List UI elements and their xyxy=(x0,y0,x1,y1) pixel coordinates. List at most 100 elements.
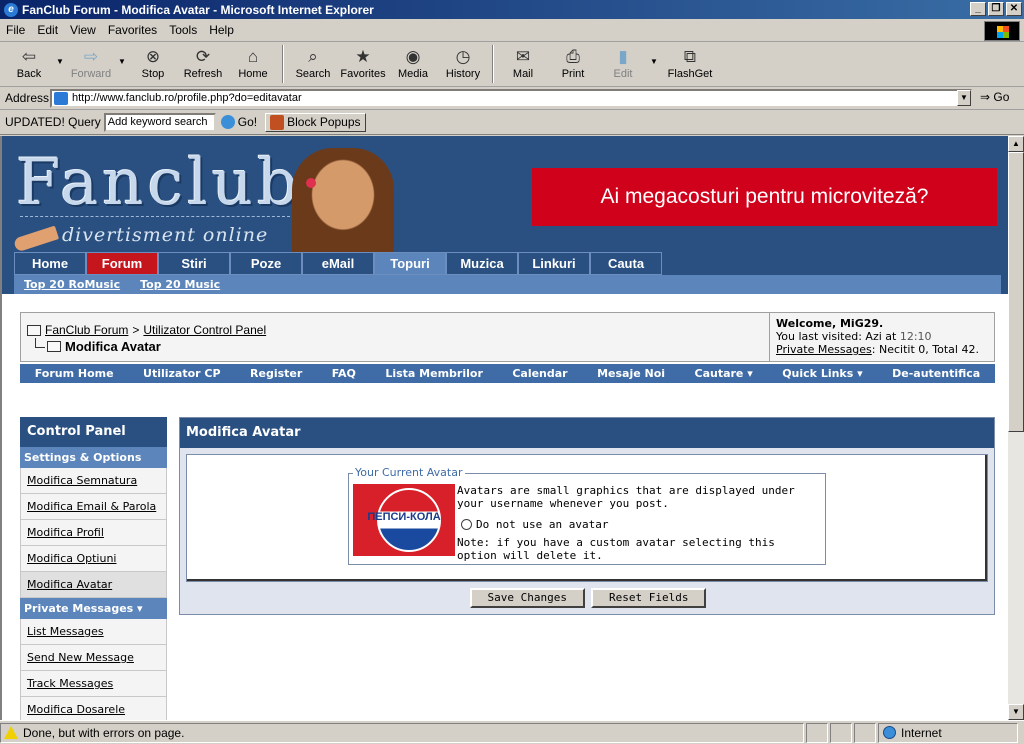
site-logo[interactable]: Fanclub xyxy=(16,146,302,220)
subnav-top20-music[interactable]: Top 20 Music xyxy=(140,278,220,291)
minimize-button[interactable]: _ xyxy=(970,2,986,16)
refresh-button[interactable]: ⟳ Refresh xyxy=(178,43,228,80)
flower-icon xyxy=(306,178,316,188)
nav-new-posts[interactable]: Mesaje Noi xyxy=(597,367,665,380)
edit-dropdown[interactable]: ▼ xyxy=(648,43,660,66)
nav-faq[interactable]: FAQ xyxy=(332,367,356,380)
query-input[interactable]: Add keyword search xyxy=(103,112,216,132)
block-popups-icon xyxy=(270,114,285,130)
breadcrumb: FanClub Forum > Utilizator Control Panel… xyxy=(20,312,995,362)
sidebar-item-modifica-dosarele[interactable]: Modifica Dosarele xyxy=(20,697,167,720)
tab-home[interactable]: Home xyxy=(14,252,86,275)
scroll-down-arrow-icon[interactable]: ▼ xyxy=(1008,704,1024,720)
media-icon: ◉ xyxy=(405,47,421,66)
control-panel-sidebar: Control Panel Settings & Options Modific… xyxy=(20,417,167,720)
toolbar: ⇦ Back ▼ ⇨ Forward ▼ ⊗ Stop ⟳ Refresh ⌂ Home … xyxy=(0,43,1024,87)
close-button[interactable]: ✕ xyxy=(1006,2,1022,16)
stop-icon: ⊗ xyxy=(145,47,161,66)
sidebar-item-send-new-message[interactable]: Send New Message xyxy=(20,645,167,671)
toolbar-separator xyxy=(492,45,494,83)
history-icon: ◷ xyxy=(455,47,471,66)
no-avatar-radio[interactable] xyxy=(461,519,472,530)
private-messages-section-header[interactable]: Private Messages ▾ xyxy=(20,598,167,619)
home-button[interactable]: ⌂ Home xyxy=(228,43,278,80)
forward-button[interactable]: ⇨ Forward xyxy=(66,43,116,80)
nav-forum-home[interactable]: Forum Home xyxy=(35,367,114,380)
nav-user-cp[interactable]: Utilizator CP xyxy=(143,367,221,380)
sidebar-item-modifica-email-parola[interactable]: Modifica Email & Parola xyxy=(20,494,167,520)
tab-muzica[interactable]: Muzica xyxy=(446,252,518,275)
back-button[interactable]: ⇦ Back xyxy=(4,43,54,80)
ad-banner[interactable]: Ai megacosturi pentru microviteză? xyxy=(532,168,997,226)
go-button[interactable]: ⇒ Go xyxy=(980,90,1009,104)
breadcrumb-forum-link[interactable]: FanClub Forum xyxy=(45,323,128,337)
header-photo xyxy=(292,148,394,252)
back-dropdown[interactable]: ▼ xyxy=(54,43,66,66)
restore-button[interactable]: ❐ xyxy=(988,2,1004,16)
tab-poze[interactable]: Poze xyxy=(230,252,302,275)
sidebar-item-modifica-semnatura[interactable]: Modifica Semnatura xyxy=(20,468,167,494)
media-button[interactable]: ◉ Media xyxy=(388,43,438,80)
save-changes-button[interactable]: Save Changes xyxy=(469,588,585,608)
vertical-scrollbar[interactable]: ▲ ▼ xyxy=(1008,136,1024,720)
page-icon xyxy=(54,92,68,105)
tab-forum[interactable]: Forum xyxy=(86,252,158,275)
no-avatar-option[interactable]: Do not use an avatar xyxy=(461,518,608,531)
scroll-thumb[interactable] xyxy=(1008,152,1024,432)
block-popups-button[interactable]: Block Popups xyxy=(265,112,366,132)
forward-arrow-icon: ⇨ xyxy=(83,47,99,66)
menu-help[interactable]: Help xyxy=(209,23,234,37)
sidebar-item-track-messages[interactable]: Track Messages xyxy=(20,671,167,697)
nav-quick-links-menu[interactable]: Quick Links ▾ xyxy=(782,367,862,380)
tab-email[interactable]: eMail xyxy=(302,252,374,275)
current-avatar-fieldset: Your Current Avatar ПЕПСИ-КОЛА Avatars a… xyxy=(348,466,826,565)
nav-search-menu[interactable]: Cautare ▾ xyxy=(695,367,753,380)
history-button[interactable]: ◷ History xyxy=(438,43,488,80)
avatar-note: Note: if you have a custom avatar select… xyxy=(457,536,775,562)
scroll-up-arrow-icon[interactable]: ▲ xyxy=(1008,136,1024,152)
nav-logout[interactable]: De-autentifica xyxy=(892,367,980,380)
sidebar-item-modifica-optiuni[interactable]: Modifica Optiuni xyxy=(20,546,167,572)
menu-edit[interactable]: Edit xyxy=(37,23,58,37)
search-button[interactable]: ⌕ Search xyxy=(288,43,338,80)
tab-linkuri[interactable]: Linkuri xyxy=(518,252,590,275)
home-icon: ⌂ xyxy=(247,47,259,66)
tab-topuri[interactable]: Topuri xyxy=(374,252,446,275)
menu-view[interactable]: View xyxy=(70,23,96,37)
logo-divider xyxy=(20,216,290,217)
tab-stiri[interactable]: Stiri xyxy=(158,252,230,275)
query-go-button[interactable]: Go! xyxy=(220,115,257,129)
no-avatar-label[interactable]: Do not use an avatar xyxy=(476,518,608,531)
address-dropdown[interactable]: ▼ xyxy=(957,90,971,106)
status-message[interactable]: Done, but with errors on page. xyxy=(0,722,804,743)
forward-dropdown[interactable]: ▼ xyxy=(116,43,128,66)
warning-icon[interactable] xyxy=(4,726,18,739)
reset-fields-button[interactable]: Reset Fields xyxy=(591,588,707,608)
stop-button[interactable]: ⊗ Stop xyxy=(128,43,178,80)
print-button[interactable]: ⎙ Print xyxy=(548,43,598,80)
pm-stats: : Necitit 0, Total 42. xyxy=(871,343,979,356)
edit-button[interactable]: ▮ Edit xyxy=(598,43,648,80)
menu-file[interactable]: File xyxy=(6,23,25,37)
nav-register[interactable]: Register xyxy=(250,367,302,380)
mail-button[interactable]: ✉ Mail xyxy=(498,43,548,80)
favorites-button[interactable]: ★ Favorites xyxy=(338,43,388,80)
security-zone: Internet xyxy=(878,722,1018,743)
menu-favorites[interactable]: Favorites xyxy=(108,23,157,37)
sidebar-item-modifica-profil[interactable]: Modifica Profil xyxy=(20,520,167,546)
tab-cauta[interactable]: Cauta xyxy=(590,252,662,275)
address-input[interactable]: http://www.fanclub.ro/profile.php?do=edi… xyxy=(50,89,972,108)
sidebar-item-modifica-avatar[interactable]: Modifica Avatar xyxy=(20,572,167,598)
site-tagline: divertisment online xyxy=(62,224,269,246)
address-label: Address xyxy=(5,91,50,105)
sidebar-item-list-messages[interactable]: List Messages xyxy=(20,619,167,645)
subnav-top20-romusic[interactable]: Top 20 RoMusic xyxy=(24,278,120,291)
flashget-button[interactable]: ⧉ FlashGet xyxy=(660,43,720,80)
menu-tools[interactable]: Tools xyxy=(169,23,197,37)
breadcrumb-ucp-link[interactable]: Utilizator Control Panel xyxy=(143,323,266,337)
fieldset-legend: Your Current Avatar xyxy=(353,466,465,479)
privacy-icon[interactable] xyxy=(830,722,852,743)
nav-members-list[interactable]: Lista Membrilor xyxy=(385,367,483,380)
private-messages-link[interactable]: Private Messages xyxy=(776,343,872,356)
nav-calendar[interactable]: Calendar xyxy=(512,367,567,380)
